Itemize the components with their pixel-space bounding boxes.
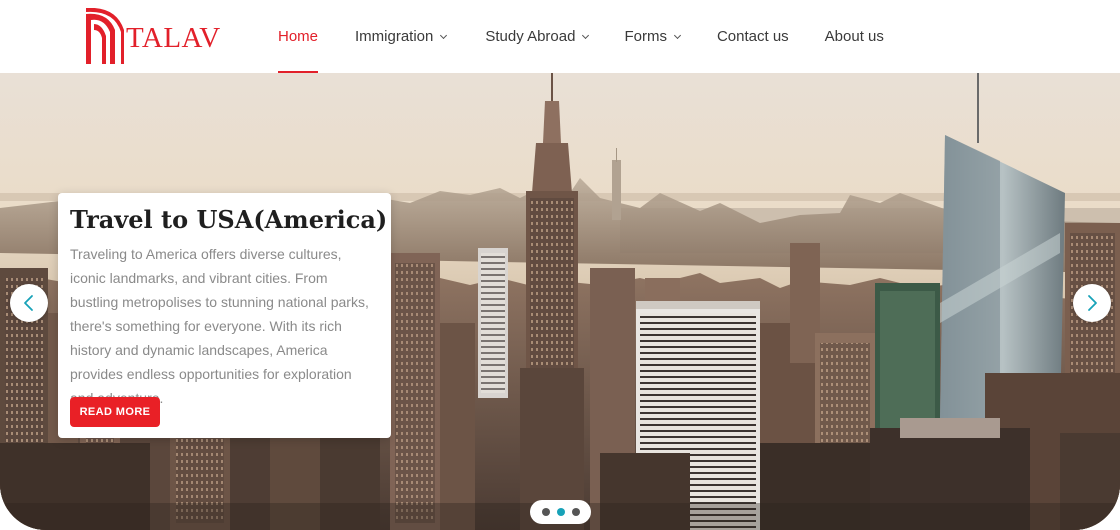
logo-arch-icon xyxy=(86,8,124,64)
nav-item-forms[interactable]: Forms xyxy=(624,0,681,73)
nav-item-study-abroad[interactable]: Study Abroad xyxy=(485,0,590,73)
logo[interactable]: TALAV xyxy=(84,8,221,66)
read-more-button[interactable]: READ MORE xyxy=(70,397,160,427)
slide-dot-2[interactable] xyxy=(556,508,565,516)
nav-item-label: Contact us xyxy=(716,28,789,45)
site-header: TALAV Home Immigration Study Abroad Form… xyxy=(0,0,1120,73)
chevron-down-icon xyxy=(673,31,681,39)
chevron-right-icon xyxy=(1088,295,1097,311)
main-nav: Home Immigration Study Abroad Forms Cont… xyxy=(278,0,884,73)
slide-dot-3[interactable] xyxy=(571,508,580,516)
nav-item-home[interactable]: Home xyxy=(278,0,319,73)
nav-item-label: About us xyxy=(824,28,884,45)
nav-item-contact-us[interactable]: Contact us xyxy=(717,0,789,73)
next-slide-button[interactable] xyxy=(1073,284,1111,322)
hero-slider: Travel to USA(America) Traveling to Amer… xyxy=(0,73,1120,530)
slide-title: Travel to USA(America) xyxy=(70,205,388,234)
slide-description: Traveling to America offers diverse cult… xyxy=(70,246,369,406)
logo-text: TALAV xyxy=(126,21,221,54)
chevron-down-icon xyxy=(582,31,590,39)
prev-slide-button[interactable] xyxy=(10,284,48,322)
nav-item-label: Forms xyxy=(624,28,667,45)
nav-item-label: Immigration xyxy=(355,28,434,45)
slide-caption-card: Travel to USA(America) Traveling to Amer… xyxy=(58,193,391,438)
nav-item-label: Home xyxy=(278,28,319,45)
slide-dot-1[interactable] xyxy=(541,508,550,516)
nav-item-about-us[interactable]: About us xyxy=(825,0,884,73)
nav-item-immigration[interactable]: Immigration xyxy=(355,0,448,73)
nav-item-label: Study Abroad xyxy=(485,28,576,45)
slide-indicators xyxy=(530,500,591,524)
chevron-down-icon xyxy=(440,31,448,39)
chevron-left-icon xyxy=(24,295,33,311)
